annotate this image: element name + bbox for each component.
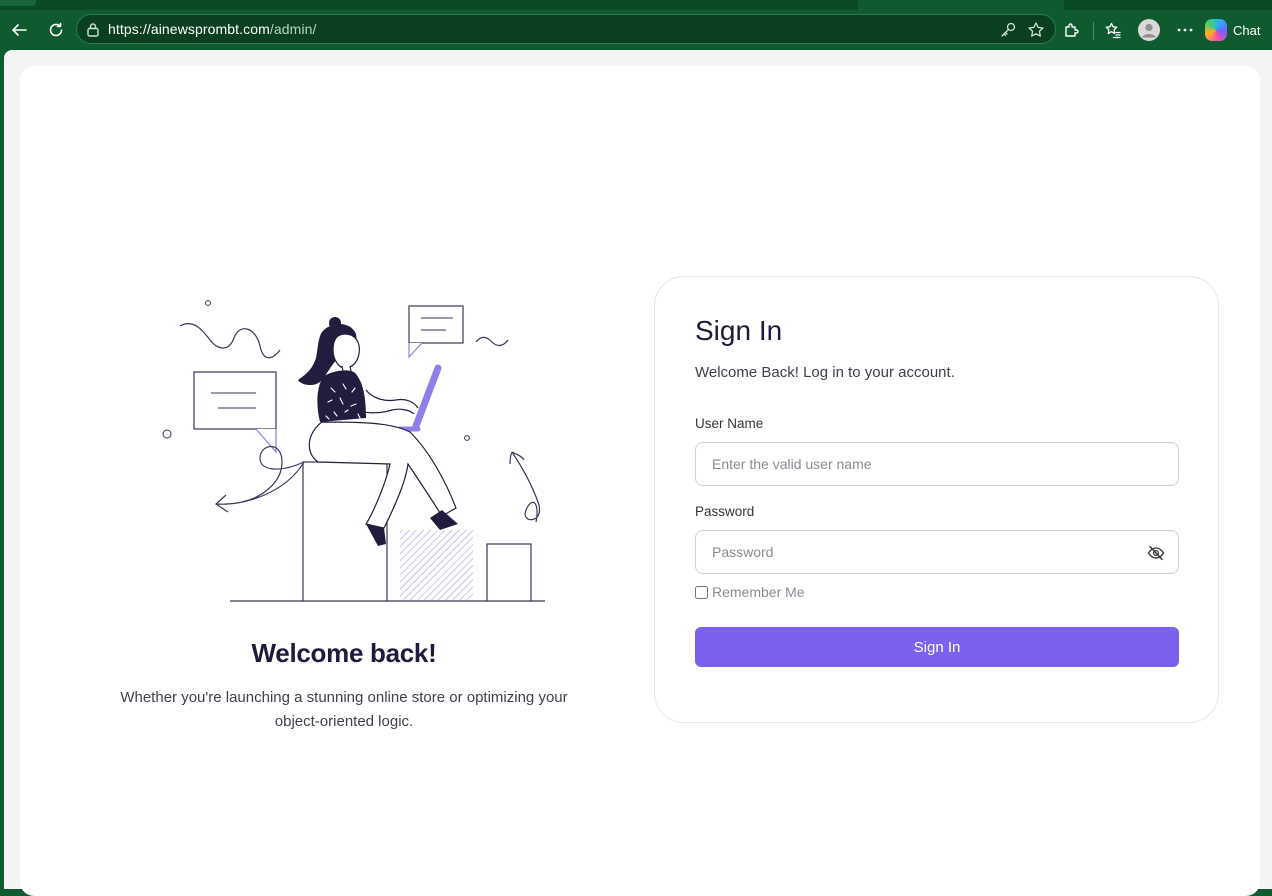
tab-strip: [0, 0, 1272, 10]
welcome-title: Welcome back!: [251, 638, 437, 668]
favorite-star-icon[interactable]: [1027, 21, 1045, 39]
username-label: User Name: [695, 416, 764, 431]
tab-active[interactable]: [858, 0, 1064, 10]
favorites-icon: [1105, 22, 1121, 39]
welcome-text: Whether you're launching a stunning onli…: [120, 689, 568, 730]
signin-card: Sign In Welcome Back! Log in to your acc…: [654, 276, 1219, 723]
refresh-icon: [49, 22, 63, 37]
more-dots-icon: [1177, 28, 1193, 32]
browser-toolbar: https://ainewsprombt.com/admin/ Chat: [0, 10, 1272, 50]
remember-me-label: Remember Me: [712, 584, 805, 600]
eye-off-icon: [1147, 545, 1165, 561]
puzzle-icon: [1065, 23, 1079, 37]
reload-button[interactable]: [42, 16, 70, 44]
url-host: https://ainewsprombt.com: [108, 21, 270, 37]
username-input[interactable]: [695, 442, 1179, 486]
url-path: /admin/: [269, 21, 317, 37]
avatar-icon: [1138, 19, 1160, 41]
lock-icon[interactable]: [86, 22, 100, 37]
chat-label: Chat: [1233, 22, 1261, 38]
copilot-icon: [1205, 19, 1227, 41]
back-arrow-icon: [12, 24, 27, 36]
toggle-password-visibility-button[interactable]: [1145, 542, 1167, 564]
page-viewport: Welcome back! Whether you're launching a…: [4, 50, 1272, 896]
extensions-button[interactable]: [1058, 16, 1086, 44]
copilot-chat-button[interactable]: Chat: [1205, 16, 1269, 44]
key-icon[interactable]: [999, 21, 1017, 39]
login-page: Welcome back! Whether you're launching a…: [20, 66, 1260, 896]
signin-subtitle: Welcome Back! Log in to your account.: [695, 364, 955, 381]
password-input[interactable]: [695, 530, 1179, 574]
password-label: Password: [695, 504, 755, 519]
remember-me-checkbox[interactable]: [695, 585, 708, 599]
toolbar-divider: [1093, 22, 1094, 40]
address-bar[interactable]: https://ainewsprombt.com/admin/: [76, 14, 1056, 44]
back-button[interactable]: [5, 16, 33, 44]
signin-button[interactable]: Sign In: [695, 627, 1179, 667]
url-text[interactable]: https://ainewsprombt.com/admin/: [108, 21, 317, 37]
signin-title: Sign In: [695, 315, 783, 346]
more-menu-button[interactable]: [1171, 16, 1199, 44]
remember-me[interactable]: Remember Me: [695, 584, 805, 600]
favorites-button[interactable]: [1099, 16, 1127, 44]
woman-with-laptop-illustration: [162, 300, 545, 602]
profile-button[interactable]: [1135, 16, 1163, 44]
tab-inactive[interactable]: [0, 0, 36, 6]
